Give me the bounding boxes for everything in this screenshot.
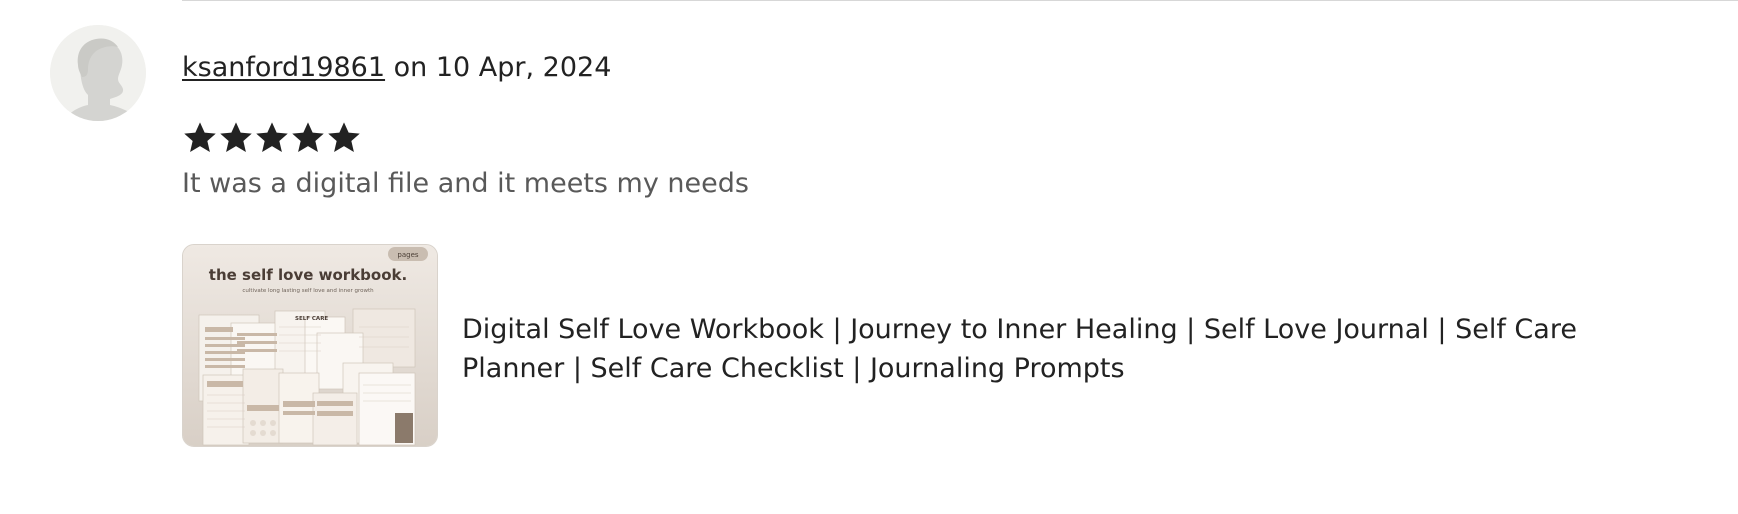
review-text: It was a digital file and it meets my ne… — [182, 168, 749, 199]
listing-title-link[interactable]: Digital Self Love Workbook | Journey to … — [462, 310, 1582, 388]
listing-thumbnail[interactable]: pages the self love workbook. cultivate … — [182, 244, 438, 447]
reviewer-avatar[interactable] — [50, 25, 146, 121]
review-date: on 10 Apr, 2024 — [385, 52, 612, 83]
star-icon — [256, 122, 288, 152]
avatar-silhouette-icon — [50, 25, 146, 121]
star-icon — [328, 122, 360, 152]
thumbnail-subheading: cultivate long lasting self love and inn… — [242, 288, 374, 294]
star-rating — [182, 120, 362, 160]
star-icon — [292, 122, 324, 152]
thumbnail-page-label: SELF CARE — [295, 316, 328, 322]
listing-card[interactable]: pages the self love workbook. cultivate … — [182, 244, 1582, 448]
thumbnail-heading: the self love workbook. — [209, 266, 407, 284]
top-divider — [182, 0, 1738, 1]
star-icon — [184, 122, 216, 152]
thumbnail-badge: pages — [397, 251, 418, 259]
review-header: ksanford19861 on 10 Apr, 2024 — [182, 50, 611, 86]
star-icon — [220, 122, 252, 152]
reviewer-name-link[interactable]: ksanford19861 — [182, 52, 385, 83]
